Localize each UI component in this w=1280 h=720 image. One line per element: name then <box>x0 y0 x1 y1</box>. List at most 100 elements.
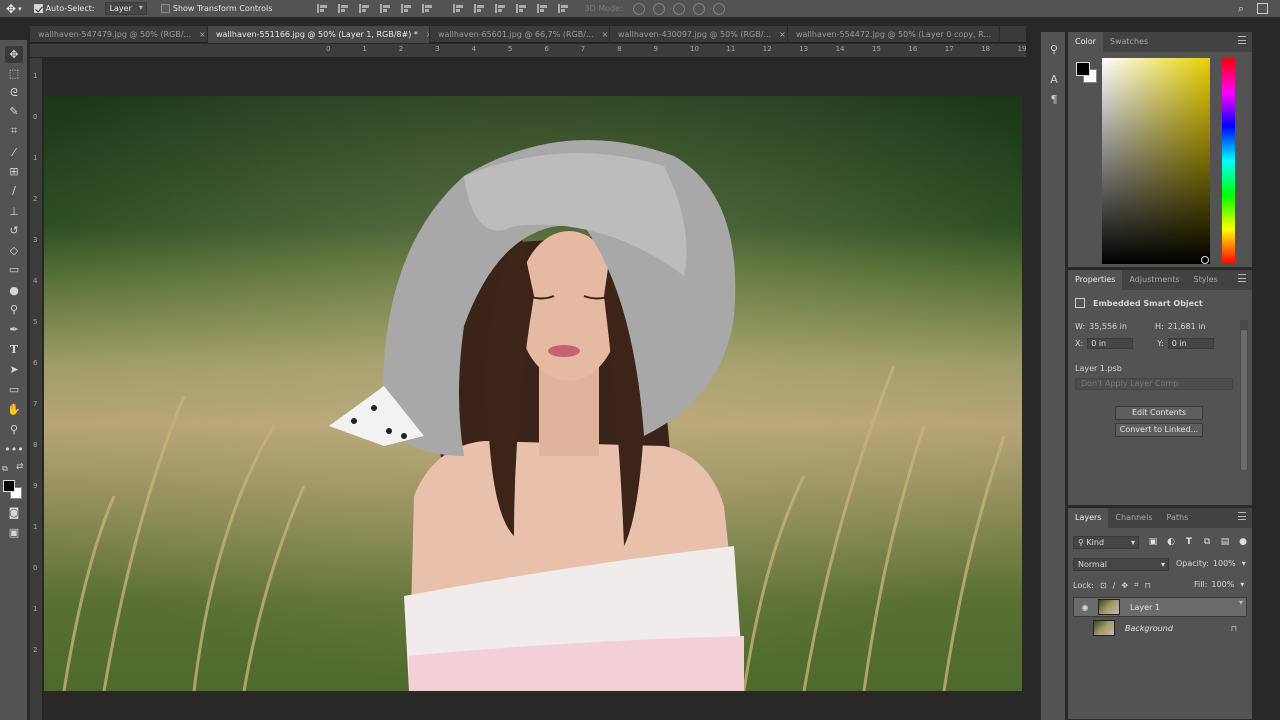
hue-slider[interactable] <box>1222 58 1235 264</box>
align-right-icon[interactable] <box>422 4 433 13</box>
character-panel-icon[interactable]: A <box>1046 72 1062 88</box>
document-tab[interactable]: wallhaven-430097.jpg @ 50% (RGB/... × <box>610 26 788 43</box>
marquee-tool-icon[interactable]: ⬚ <box>5 65 23 82</box>
rectangle-tool-icon[interactable]: ▭ <box>5 381 23 398</box>
blend-mode-dropdown[interactable]: Normal ▾ <box>1073 558 1169 571</box>
document-tab[interactable]: wallhaven-554472.jpg @ 50% (Layer 0 copy… <box>788 26 1000 43</box>
align-horizontal-center-icon[interactable] <box>401 4 412 13</box>
auto-select-target-dropdown[interactable]: Layer <box>104 2 147 15</box>
tab-channels[interactable]: Channels <box>1108 508 1159 528</box>
crop-tool-icon[interactable]: ⌗ <box>5 122 23 139</box>
layer-comp-dropdown[interactable]: Don't Apply Layer Comp <box>1075 378 1233 390</box>
y-field[interactable]: 0 in <box>1167 338 1214 349</box>
layer-filter-kind-dropdown[interactable]: ⚲ Kind ▾ <box>1073 536 1139 549</box>
opacity-dropdown-icon[interactable]: ▾ <box>1242 559 1246 568</box>
visibility-eye-icon[interactable]: ◉ <box>1078 603 1092 612</box>
filter-pixel-icon[interactable]: ▣ <box>1148 537 1158 547</box>
default-colors-icon[interactable]: ⧉ <box>2 464 8 474</box>
distribute-top-icon[interactable] <box>453 4 464 13</box>
hand-tool-icon[interactable]: ✋ <box>5 401 23 418</box>
close-tab-icon[interactable]: × <box>602 30 609 39</box>
tab-swatches[interactable]: Swatches <box>1103 32 1155 52</box>
document-tab[interactable]: wallhaven-65601.jpg @ 66,7% (RGB/... × <box>430 26 610 43</box>
filter-toggle-icon[interactable]: ● <box>1238 537 1248 547</box>
lock-image-icon[interactable]: ∕ <box>1113 581 1116 590</box>
distribute-right-icon[interactable] <box>558 4 569 13</box>
panel-menu-icon[interactable] <box>1238 36 1246 44</box>
align-left-icon[interactable] <box>380 4 391 13</box>
zoom-tool-icon[interactable]: ⚲ <box>5 421 23 438</box>
tab-adjustments[interactable]: Adjustments <box>1122 270 1186 290</box>
tab-styles[interactable]: Styles <box>1187 270 1225 290</box>
color-picker-field[interactable] <box>1102 58 1210 264</box>
close-tab-icon[interactable]: × <box>779 30 786 39</box>
type-tool-icon[interactable]: T <box>5 341 23 358</box>
filter-type-icon[interactable]: T <box>1184 537 1194 547</box>
layer-name[interactable]: Background <box>1125 624 1173 633</box>
close-tab-icon[interactable]: × <box>999 30 1000 39</box>
properties-scrollbar[interactable] <box>1240 320 1248 470</box>
distribute-hcenter-icon[interactable] <box>537 4 548 13</box>
layer-row[interactable]: Background ⊓ <box>1073 618 1247 638</box>
workspace-icon[interactable] <box>1257 3 1268 14</box>
x-field[interactable]: 0 in <box>1087 338 1134 349</box>
tab-layers[interactable]: Layers <box>1068 508 1109 528</box>
layer-row[interactable]: ◉ Layer 1 <box>1073 597 1247 617</box>
quick-select-tool-icon[interactable]: ✎ <box>5 103 23 120</box>
width-value[interactable]: 35,556 in <box>1089 322 1127 331</box>
tab-color[interactable]: Color <box>1068 32 1103 52</box>
path-select-tool-icon[interactable]: ➤ <box>5 361 23 378</box>
more-tools-icon[interactable]: ••• <box>4 441 23 458</box>
align-bottom-icon[interactable] <box>359 4 370 13</box>
filter-smart-object-icon[interactable]: ▤ <box>1220 537 1230 547</box>
show-transform-checkbox[interactable] <box>160 4 170 13</box>
close-tab-icon[interactable]: × <box>199 30 206 39</box>
blur-tool-icon[interactable]: ● <box>5 282 23 299</box>
document-tab[interactable]: wallhaven-547479.jpg @ 50% (RGB/... × <box>30 26 208 43</box>
move-tool-icon[interactable]: ✥ <box>5 46 23 63</box>
lock-transparent-icon[interactable]: ⊡ <box>1100 581 1107 590</box>
history-brush-tool-icon[interactable]: ↺ <box>5 222 23 239</box>
color-picker-cursor[interactable] <box>1201 256 1209 264</box>
dodge-tool-icon[interactable]: ⚲ <box>5 301 23 318</box>
distribute-center-icon[interactable] <box>474 4 485 13</box>
tab-properties[interactable]: Properties <box>1068 270 1123 290</box>
lock-all-icon[interactable]: ⊓ <box>1145 581 1151 590</box>
lock-position-icon[interactable]: ✥ <box>1121 581 1128 590</box>
panel-menu-icon[interactable] <box>1238 274 1246 282</box>
lasso-tool-icon[interactable]: ᘓ <box>5 84 23 101</box>
search-icon[interactable]: ⌕ <box>1238 2 1244 16</box>
align-vertical-center-icon[interactable] <box>338 4 349 13</box>
screen-mode-icon[interactable]: ▣ <box>5 524 23 541</box>
horizontal-ruler[interactable]: 0123456789101112131415161718192021222324… <box>30 44 1026 58</box>
document-tab-active[interactable]: wallhaven-551166.jpg @ 50% (Layer 1, RGB… <box>208 26 430 43</box>
quick-mask-icon[interactable]: ◙ <box>5 504 23 521</box>
fill-dropdown-icon[interactable]: ▾ <box>1240 580 1244 589</box>
history-panel-icon[interactable]: ⚲ <box>1046 42 1062 58</box>
document-photo[interactable] <box>44 96 1022 691</box>
align-top-icon[interactable] <box>317 4 328 13</box>
filter-adjustment-icon[interactable]: ◐ <box>1166 537 1176 547</box>
canvas-area[interactable] <box>44 58 1026 720</box>
distribute-bottom-icon[interactable] <box>495 4 506 13</box>
edit-contents-button[interactable]: Edit Contents <box>1115 406 1203 420</box>
move-tool-preset-icon[interactable]: ✥ ▾ <box>6 2 22 16</box>
paragraph-panel-icon[interactable]: ¶ <box>1046 92 1062 108</box>
lock-artboard-icon[interactable]: ⌗ <box>1134 580 1139 590</box>
brush-tool-icon[interactable]: ∕ <box>5 182 23 199</box>
foreground-color-swatch[interactable] <box>3 480 15 492</box>
convert-to-linked-button[interactable]: Convert to Linked... <box>1115 423 1203 437</box>
pen-tool-icon[interactable]: ✒ <box>5 321 23 338</box>
opacity-value[interactable]: 100% <box>1213 559 1236 568</box>
panel-menu-icon[interactable] <box>1238 512 1246 520</box>
layer-name[interactable]: Layer 1 <box>1130 603 1160 612</box>
clone-stamp-tool-icon[interactable]: ⊥ <box>5 203 23 220</box>
vertical-ruler[interactable]: 101234567891012 <box>30 58 43 720</box>
eraser-tool-icon[interactable]: ◇ <box>5 242 23 259</box>
tab-paths[interactable]: Paths <box>1160 508 1196 528</box>
filter-shape-icon[interactable]: ⧉ <box>1202 537 1212 547</box>
show-transform-toggle[interactable]: Show Transform Controls <box>160 4 272 13</box>
auto-select-checkbox[interactable] <box>33 4 43 13</box>
gradient-tool-icon[interactable]: ▭ <box>5 261 23 278</box>
healing-tool-icon[interactable]: ⊞ <box>5 163 23 180</box>
